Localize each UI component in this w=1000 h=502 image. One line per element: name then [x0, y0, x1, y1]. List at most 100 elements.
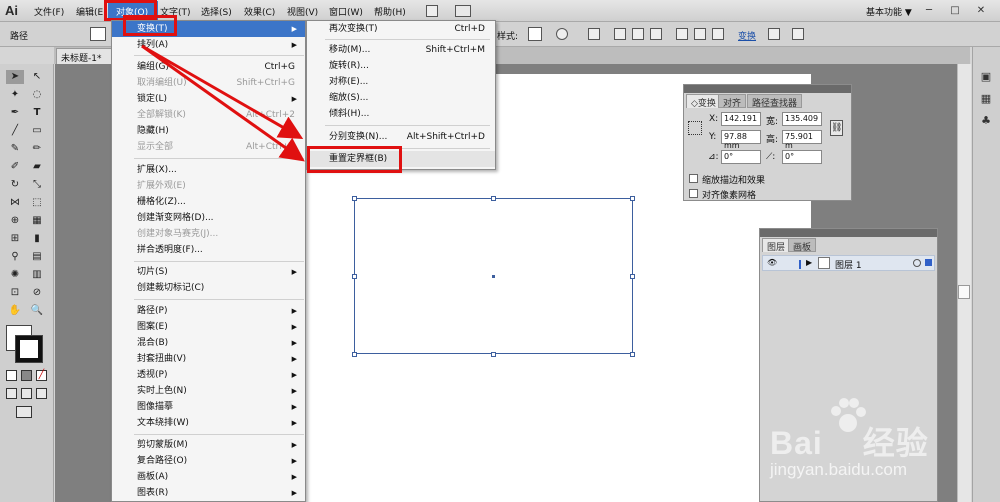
- menu-item-compound-path[interactable]: 复合路径(O) ▶: [112, 453, 305, 469]
- minimize-button[interactable]: ─: [918, 3, 940, 19]
- menu-item-flatten-transparency[interactable]: 拼合透明度(F)...: [112, 242, 305, 258]
- pen-tool-icon[interactable]: ✒: [6, 106, 24, 120]
- menu-item-expand-appearance[interactable]: 扩展外观(E): [112, 178, 305, 194]
- x-field[interactable]: 142.191: [721, 112, 761, 126]
- column-graph-tool-icon[interactable]: ▥: [28, 268, 46, 282]
- align-to-icon[interactable]: [588, 28, 600, 40]
- layer-name[interactable]: 图层 1: [835, 258, 862, 271]
- rotate-field[interactable]: 0°: [721, 150, 761, 164]
- maximize-button[interactable]: □: [944, 3, 966, 19]
- stroke-swatch[interactable]: [15, 335, 43, 363]
- target-icon[interactable]: [913, 259, 921, 267]
- menu-effect[interactable]: 效果(C): [244, 5, 275, 18]
- menu-item-lock[interactable]: 锁定(L) ▶: [112, 91, 305, 107]
- width-tool-icon[interactable]: ⋈: [6, 196, 24, 210]
- draw-behind-icon[interactable]: [21, 388, 32, 399]
- color-panel-icon[interactable]: ▣: [978, 70, 994, 86]
- isolate-icon[interactable]: [768, 28, 780, 40]
- arrange-documents-icon[interactable]: [455, 5, 471, 17]
- constrain-proportions-icon[interactable]: ⛓: [830, 120, 843, 136]
- align-right-icon[interactable]: [650, 28, 662, 40]
- expand-triangle-icon[interactable]: ▶: [806, 258, 812, 267]
- magic-wand-tool-icon[interactable]: ✦: [6, 88, 24, 102]
- recolor-icon[interactable]: [556, 28, 568, 40]
- document-tab[interactable]: 未标题-1* @: [56, 48, 112, 74]
- align-top-icon[interactable]: [676, 28, 688, 40]
- layer-row[interactable]: 👁 ▶ 图层 1: [762, 255, 935, 271]
- zoom-tool-icon[interactable]: 🔍: [28, 304, 46, 318]
- height-field[interactable]: 75.901 m: [782, 130, 822, 150]
- menu-item-scale[interactable]: 缩放(S)...: [307, 90, 495, 106]
- width-field[interactable]: 135.409: [782, 112, 822, 126]
- tab-artboards[interactable]: 画板: [788, 238, 817, 253]
- workspace-switcher[interactable]: 基本功能 ▼: [866, 5, 912, 18]
- menu-window[interactable]: 窗口(W): [329, 5, 363, 18]
- handle-bottom-center[interactable]: [491, 352, 496, 357]
- selection-tool-icon[interactable]: ➤: [6, 70, 24, 84]
- menu-item-path[interactable]: 路径(P) ▶: [112, 303, 305, 319]
- menu-item-slice[interactable]: 切片(S) ▶: [112, 264, 305, 280]
- menu-item-blend[interactable]: 混合(B) ▶: [112, 335, 305, 351]
- menu-item-hide[interactable]: 隐藏(H): [112, 123, 305, 139]
- none-mode-icon[interactable]: ╱: [36, 370, 47, 381]
- eraser-tool-icon[interactable]: ▰: [28, 160, 46, 174]
- scrollbar-thumb[interactable]: [958, 285, 970, 299]
- draw-normal-icon[interactable]: [6, 388, 17, 399]
- menu-item-graph[interactable]: 图表(R) ▶: [112, 485, 305, 501]
- menu-item-expand[interactable]: 扩展(X)...: [112, 162, 305, 178]
- menu-item-group[interactable]: 编组(G) Ctrl+G: [112, 59, 305, 75]
- menu-item-envelope-distort[interactable]: 封套扭曲(V) ▶: [112, 351, 305, 367]
- shear-field[interactable]: 0°: [782, 150, 822, 164]
- handle-top-center[interactable]: [491, 196, 496, 201]
- menu-item-create-object-mosaic[interactable]: 创建对象马赛克(J)...: [112, 226, 305, 242]
- menu-edit[interactable]: 编辑(E): [76, 5, 107, 18]
- align-center-icon[interactable]: [632, 28, 644, 40]
- panel-titlebar[interactable]: [760, 229, 937, 237]
- vertical-scrollbar[interactable]: [957, 64, 971, 502]
- y-field[interactable]: 97.88 mm: [721, 130, 761, 150]
- blend-tool-icon[interactable]: ▤: [28, 250, 46, 264]
- artboard-tool-icon[interactable]: ⊡: [6, 286, 24, 300]
- hand-tool-icon[interactable]: ✋: [6, 304, 24, 318]
- menu-item-transform-each[interactable]: 分别变换(N)... Alt+Shift+Ctrl+D: [307, 129, 495, 145]
- menu-item-arrange[interactable]: 排列(A) ▶: [112, 37, 305, 53]
- draw-inside-icon[interactable]: [36, 388, 47, 399]
- menu-item-live-paint[interactable]: 实时上色(N) ▶: [112, 383, 305, 399]
- style-dropdown[interactable]: [528, 27, 542, 41]
- menu-item-create-trim-marks[interactable]: 创建裁切标记(C): [112, 280, 305, 296]
- handle-bottom-right[interactable]: [630, 352, 635, 357]
- selection-indicator[interactable]: [925, 259, 932, 266]
- menu-item-shear[interactable]: 倾斜(H)...: [307, 106, 495, 122]
- scale-strokes-checkbox[interactable]: [689, 174, 698, 183]
- transform-link[interactable]: 变换: [738, 29, 756, 42]
- swatches-panel-icon[interactable]: ▦: [978, 92, 994, 108]
- blob-brush-tool-icon[interactable]: ✐: [6, 160, 24, 174]
- menu-item-move[interactable]: 移动(M)... Shift+Ctrl+M: [307, 42, 495, 58]
- menu-select[interactable]: 选择(S): [201, 5, 232, 18]
- menu-item-create-gradient-mesh[interactable]: 创建渐变网格(D)...: [112, 210, 305, 226]
- menu-item-image-trace[interactable]: 图像描摹 ▶: [112, 399, 305, 415]
- lasso-tool-icon[interactable]: ◌: [28, 88, 46, 102]
- handle-middle-right[interactable]: [630, 274, 635, 279]
- pencil-tool-icon[interactable]: ✏: [28, 142, 46, 156]
- symbols-panel-icon[interactable]: ♣: [978, 114, 994, 130]
- menu-item-ungroup[interactable]: 取消编组(U) Shift+Ctrl+G: [112, 75, 305, 91]
- perspective-grid-tool-icon[interactable]: ▦: [28, 214, 46, 228]
- tab-layers[interactable]: 图层: [762, 238, 791, 253]
- close-button[interactable]: ✕: [970, 3, 992, 19]
- menu-item-show-all[interactable]: 显示全部 Alt+Ctrl+3: [112, 139, 305, 155]
- align-left-icon[interactable]: [614, 28, 626, 40]
- tab-pathfinder[interactable]: 路径查找器: [747, 94, 803, 109]
- menu-item-clipping-mask[interactable]: 剪切蒙版(M) ▶: [112, 437, 305, 453]
- tab-transform[interactable]: ◇变换: [686, 94, 721, 109]
- free-transform-tool-icon[interactable]: ⬚: [28, 196, 46, 210]
- direct-selection-tool-icon[interactable]: ↖: [28, 70, 46, 84]
- fill-color-dropdown[interactable]: [90, 27, 106, 41]
- gradient-tool-icon[interactable]: ▮: [28, 232, 46, 246]
- rectangle-tool-icon[interactable]: ▭: [28, 124, 46, 138]
- menu-item-unlock-all[interactable]: 全部解锁(K) Alt+Ctrl+2: [112, 107, 305, 123]
- reference-point-icon[interactable]: [688, 121, 702, 135]
- menu-item-artboards[interactable]: 画板(A) ▶: [112, 469, 305, 485]
- menu-item-reflect[interactable]: 对称(E)...: [307, 74, 495, 90]
- panel-titlebar[interactable]: [684, 85, 851, 93]
